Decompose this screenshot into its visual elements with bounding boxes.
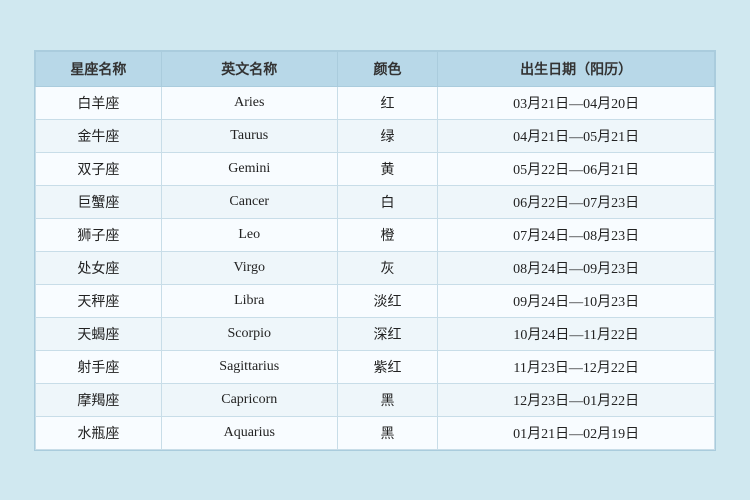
cell-date: 10月24日—11月22日 xyxy=(438,317,715,350)
cell-color: 紫红 xyxy=(337,350,438,383)
cell-date: 03月21日—04月20日 xyxy=(438,86,715,119)
table-row: 天秤座Libra淡红09月24日—10月23日 xyxy=(36,284,715,317)
cell-color: 黄 xyxy=(337,152,438,185)
header-color: 颜色 xyxy=(337,51,438,86)
cell-en: Virgo xyxy=(161,251,337,284)
cell-en: Gemini xyxy=(161,152,337,185)
cell-zh: 天秤座 xyxy=(36,284,162,317)
cell-date: 08月24日—09月23日 xyxy=(438,251,715,284)
cell-zh: 白羊座 xyxy=(36,86,162,119)
cell-zh: 摩羯座 xyxy=(36,383,162,416)
table-header-row: 星座名称 英文名称 颜色 出生日期（阳历） xyxy=(36,51,715,86)
cell-en: Aquarius xyxy=(161,416,337,449)
cell-color: 橙 xyxy=(337,218,438,251)
cell-color: 黑 xyxy=(337,416,438,449)
cell-en: Libra xyxy=(161,284,337,317)
table-row: 白羊座Aries红03月21日—04月20日 xyxy=(36,86,715,119)
cell-color: 灰 xyxy=(337,251,438,284)
cell-en: Scorpio xyxy=(161,317,337,350)
cell-color: 白 xyxy=(337,185,438,218)
cell-date: 05月22日—06月21日 xyxy=(438,152,715,185)
table-row: 摩羯座Capricorn黑12月23日—01月22日 xyxy=(36,383,715,416)
cell-color: 红 xyxy=(337,86,438,119)
zodiac-table: 星座名称 英文名称 颜色 出生日期（阳历） 白羊座Aries红03月21日—04… xyxy=(35,51,715,450)
table-row: 金牛座Taurus绿04月21日—05月21日 xyxy=(36,119,715,152)
cell-date: 04月21日—05月21日 xyxy=(438,119,715,152)
table-row: 双子座Gemini黄05月22日—06月21日 xyxy=(36,152,715,185)
cell-date: 07月24日—08月23日 xyxy=(438,218,715,251)
header-en: 英文名称 xyxy=(161,51,337,86)
cell-en: Taurus xyxy=(161,119,337,152)
cell-zh: 天蝎座 xyxy=(36,317,162,350)
cell-zh: 射手座 xyxy=(36,350,162,383)
table-row: 巨蟹座Cancer白06月22日—07月23日 xyxy=(36,185,715,218)
table-row: 射手座Sagittarius紫红11月23日—12月22日 xyxy=(36,350,715,383)
table-row: 天蝎座Scorpio深红10月24日—11月22日 xyxy=(36,317,715,350)
cell-zh: 处女座 xyxy=(36,251,162,284)
cell-color: 深红 xyxy=(337,317,438,350)
cell-en: Cancer xyxy=(161,185,337,218)
cell-en: Capricorn xyxy=(161,383,337,416)
cell-color: 黑 xyxy=(337,383,438,416)
cell-en: Sagittarius xyxy=(161,350,337,383)
cell-date: 11月23日—12月22日 xyxy=(438,350,715,383)
table-row: 狮子座Leo橙07月24日—08月23日 xyxy=(36,218,715,251)
cell-date: 06月22日—07月23日 xyxy=(438,185,715,218)
cell-zh: 双子座 xyxy=(36,152,162,185)
cell-zh: 狮子座 xyxy=(36,218,162,251)
cell-en: Aries xyxy=(161,86,337,119)
header-date: 出生日期（阳历） xyxy=(438,51,715,86)
cell-zh: 金牛座 xyxy=(36,119,162,152)
cell-color: 绿 xyxy=(337,119,438,152)
cell-date: 01月21日—02月19日 xyxy=(438,416,715,449)
cell-date: 12月23日—01月22日 xyxy=(438,383,715,416)
cell-color: 淡红 xyxy=(337,284,438,317)
header-zh: 星座名称 xyxy=(36,51,162,86)
cell-zh: 水瓶座 xyxy=(36,416,162,449)
cell-en: Leo xyxy=(161,218,337,251)
table-row: 处女座Virgo灰08月24日—09月23日 xyxy=(36,251,715,284)
cell-date: 09月24日—10月23日 xyxy=(438,284,715,317)
cell-zh: 巨蟹座 xyxy=(36,185,162,218)
zodiac-table-container: 星座名称 英文名称 颜色 出生日期（阳历） 白羊座Aries红03月21日—04… xyxy=(34,50,716,451)
table-row: 水瓶座Aquarius黑01月21日—02月19日 xyxy=(36,416,715,449)
